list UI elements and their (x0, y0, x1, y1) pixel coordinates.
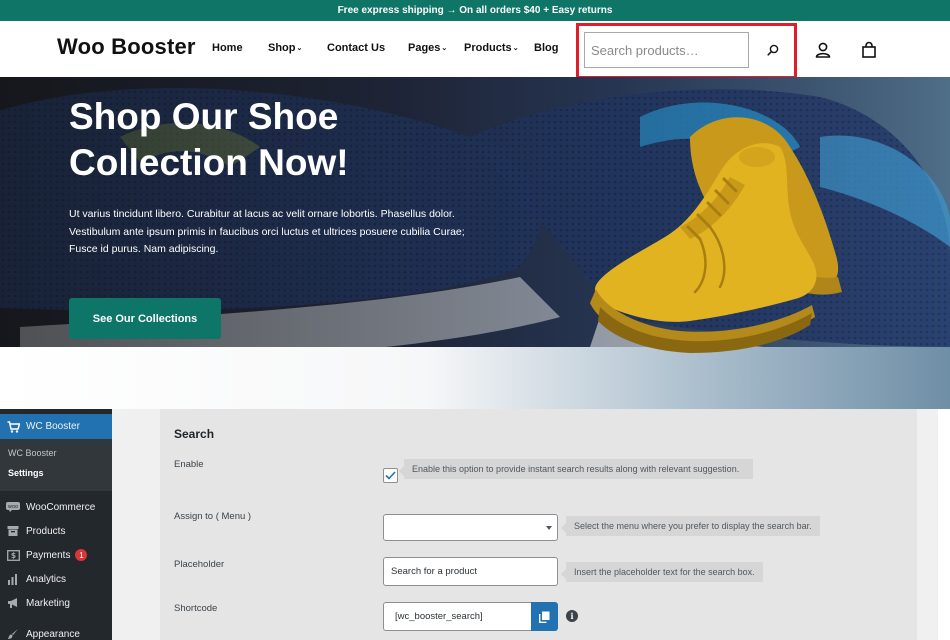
assign-menu-select[interactable] (383, 514, 558, 541)
nav-blog[interactable]: Blog (534, 42, 558, 54)
wp-admin-sidebar: WC Booster WC Booster Settings woo WooCo… (0, 409, 112, 640)
brush-icon (6, 627, 20, 640)
nav-contact-us[interactable]: Contact Us (327, 42, 385, 54)
announcement-text: Free express shipping → On all orders $4… (337, 5, 613, 16)
sidebar-item-analytics[interactable]: Analytics (0, 567, 112, 591)
shortcode-label: Shortcode (174, 603, 218, 614)
cart-button[interactable] (858, 39, 880, 61)
chevron-down-icon: ⌄ (512, 45, 519, 52)
svg-text:woo: woo (8, 504, 18, 510)
account-button[interactable] (812, 39, 834, 61)
assign-menu-label: Assign to ( Menu ) (174, 511, 252, 522)
placeholder-field[interactable]: Search for a product (383, 557, 558, 586)
sidebar-item-marketing[interactable]: Marketing (0, 591, 112, 615)
user-icon (815, 42, 831, 58)
shortcode-field[interactable]: [wc_booster_search] (383, 602, 532, 631)
site-logo[interactable]: Woo Booster (57, 34, 196, 60)
shopping-bag-icon (862, 41, 876, 58)
sidebar-item-label: Appearance (26, 628, 80, 640)
nav-home[interactable]: Home (212, 42, 243, 54)
sidebar-item-label: WC Booster (26, 421, 80, 432)
search-input[interactable] (584, 32, 749, 68)
sidebar-item-appearance[interactable]: Appearance (0, 622, 112, 640)
checkmark-icon (385, 471, 396, 480)
notification-badge: 1 (75, 549, 88, 561)
enable-checkbox[interactable] (383, 468, 398, 483)
hero-banner: Shop Our Shoe Collection Now! Ut varius … (0, 77, 950, 409)
nav-label: Home (212, 42, 243, 54)
cart-icon (6, 420, 20, 434)
bar-chart-icon (6, 572, 20, 586)
nav-label: Products (464, 42, 512, 54)
woo-icon: woo (6, 500, 20, 514)
placeholder-label: Placeholder (174, 559, 225, 570)
announcement-bar: Free express shipping → On all orders $4… (0, 0, 950, 21)
megaphone-icon (6, 596, 20, 610)
enable-label: Enable (174, 459, 204, 470)
see-collections-button[interactable]: See Our Collections (69, 298, 221, 339)
archive-icon (6, 524, 20, 538)
nav-label: Pages (408, 42, 441, 54)
dollar-icon: $ (6, 548, 20, 562)
chevron-down-icon: ⌄ (296, 45, 303, 52)
sidebar-item-label: Products (26, 525, 66, 537)
copy-shortcode-button[interactable] (531, 602, 558, 631)
submenu-item-settings[interactable]: Settings (8, 468, 44, 478)
site-header: Woo Booster Home Shop⌄ Contact Us Pages⌄… (0, 21, 950, 79)
sidebar-item-payments[interactable]: $ Payments 1 (0, 543, 112, 567)
sidebar-item-label: WooCommerce (26, 501, 96, 513)
hero-description: Ut varius tincidunt libero. Curabitur at… (69, 208, 465, 255)
sidebar-item-label: Payments (26, 549, 71, 561)
sidebar-item-products[interactable]: Products (0, 519, 112, 543)
sidebar-item-label: Marketing (26, 597, 70, 609)
chevron-down-icon: ⌄ (441, 45, 448, 52)
panel-title: Search (174, 427, 215, 441)
info-icon[interactable]: i (566, 610, 578, 622)
dropdown-arrow-icon (546, 526, 552, 530)
nav-products[interactable]: Products⌄ (464, 42, 519, 54)
nav-shop[interactable]: Shop⌄ (268, 42, 302, 54)
nav-label: Shop (268, 42, 296, 54)
submenu-item-wc-booster[interactable]: WC Booster (8, 448, 57, 458)
assign-menu-description: Select the menu where you prefer to disp… (561, 516, 820, 536)
hero-title: Shop Our Shoe Collection Now! (69, 96, 349, 183)
nav-label: Blog (534, 42, 559, 54)
search-icon (767, 44, 779, 56)
wc-booster-submenu: WC Booster Settings (0, 439, 112, 491)
admin-right-gutter (938, 409, 950, 640)
enable-description: Enable this option to provide instant se… (399, 459, 753, 479)
nav-label: Contact Us (327, 42, 386, 54)
svg-text:$: $ (10, 551, 15, 560)
search-button[interactable] (760, 37, 786, 63)
sidebar-item-woocommerce[interactable]: woo WooCommerce (0, 495, 112, 519)
sidebar-item-wc-booster[interactable]: WC Booster (0, 414, 112, 439)
copy-icon (539, 611, 550, 623)
sidebar-item-label: Analytics (26, 573, 67, 585)
placeholder-description: Insert the placeholder text for the sear… (561, 562, 763, 582)
nav-pages[interactable]: Pages⌄ (408, 42, 447, 54)
